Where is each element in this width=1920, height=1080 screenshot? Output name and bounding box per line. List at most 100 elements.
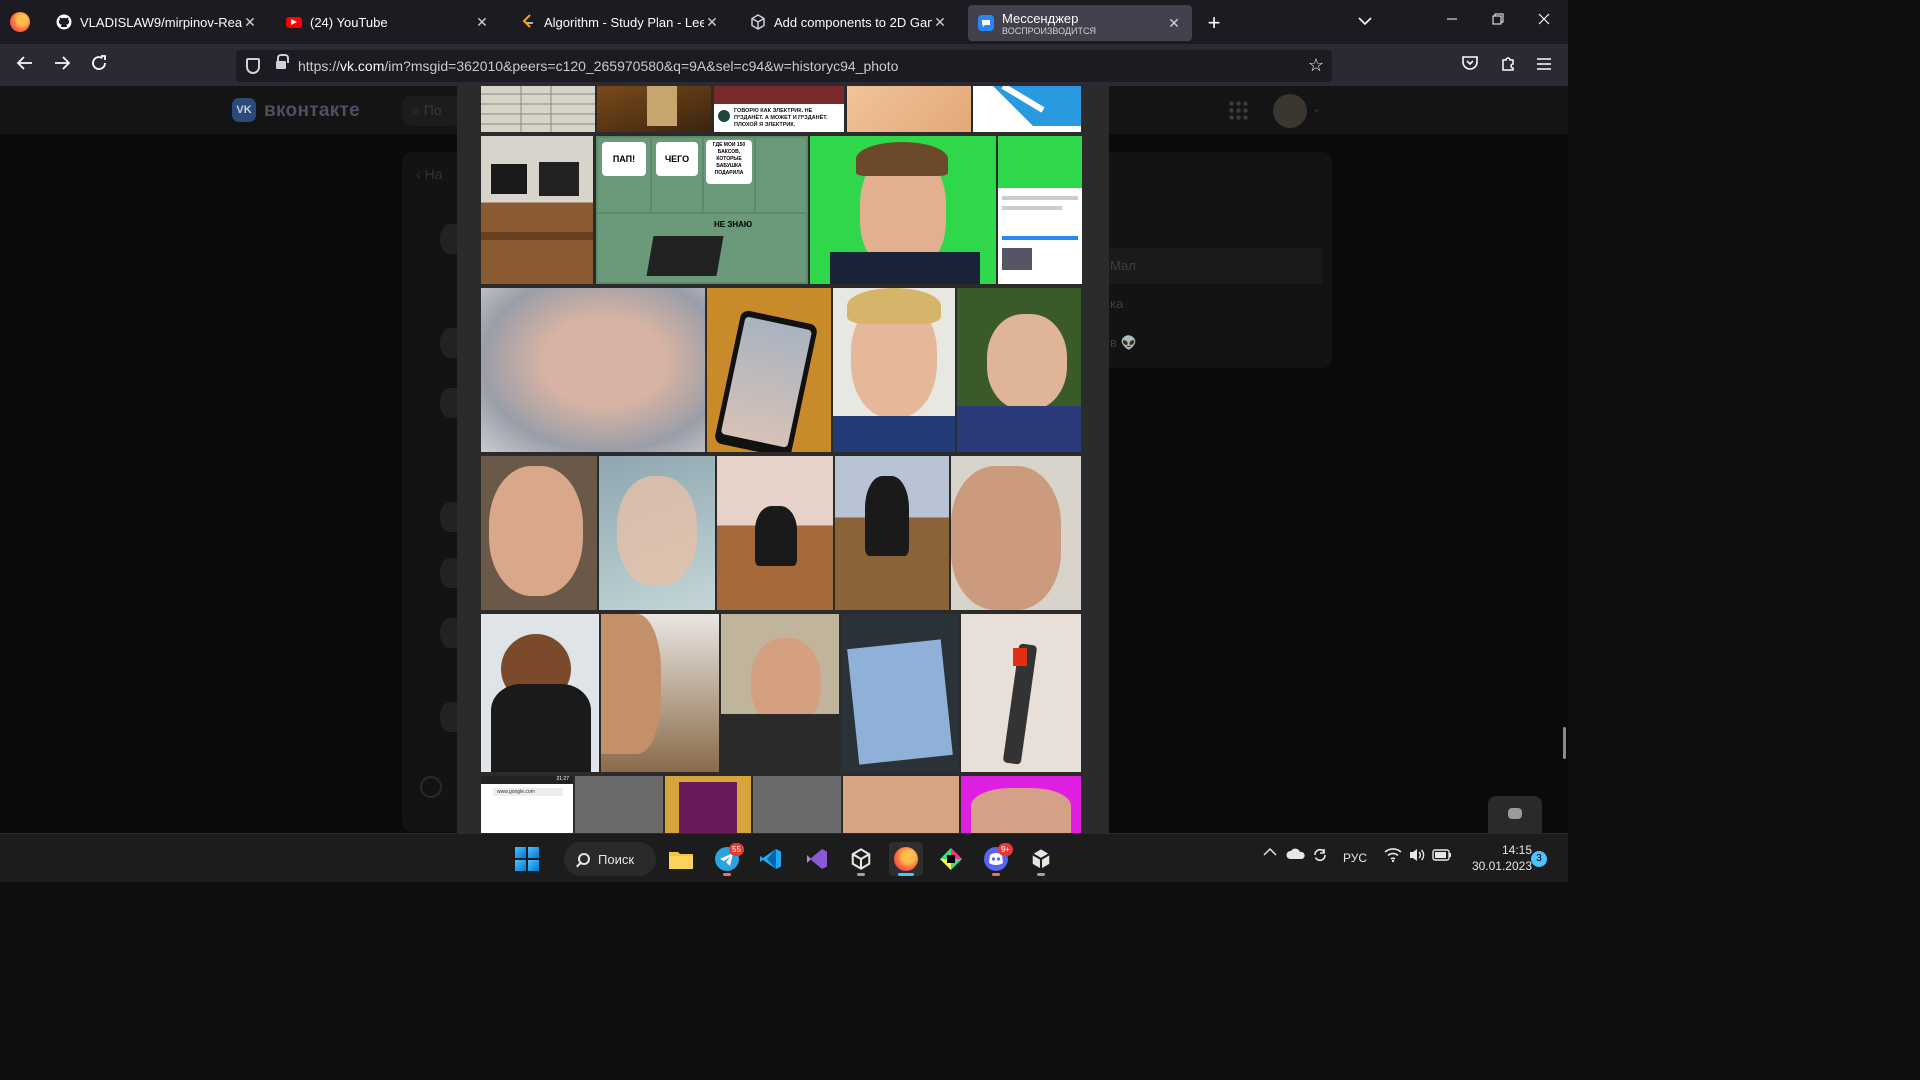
tab-messenger[interactable]: Мессенджер ВОСПРОИЗВОДИТСЯ ✕	[968, 5, 1192, 41]
wifi-icon[interactable]	[1384, 847, 1402, 866]
photo-detail	[489, 466, 583, 596]
chevron-down-icon[interactable]: ⌄	[1312, 102, 1321, 115]
telegram-icon[interactable]: 55	[710, 842, 744, 876]
firefox-icon[interactable]	[889, 842, 923, 876]
lock-icon[interactable]	[276, 54, 289, 71]
close-tab-icon[interactable]: ✕	[704, 14, 720, 31]
vk-back-link[interactable]: ‹ На	[416, 166, 442, 182]
close-tab-icon[interactable]: ✕	[1166, 15, 1182, 32]
photo-thumbnail[interactable]	[707, 288, 831, 452]
vk-chat-list-item[interactable]: Мал	[1110, 258, 1136, 273]
bookmark-star-icon[interactable]: ☆	[1308, 55, 1324, 76]
unity-hub-icon[interactable]	[844, 842, 878, 876]
back-arrow-icon[interactable]	[13, 54, 37, 78]
vk-chat-list-item[interactable]: в 👽	[1110, 335, 1137, 351]
address-bar[interactable]: https://vk.com/im?msgid=362010&peers=c12…	[236, 50, 1332, 82]
running-indicator	[1037, 873, 1045, 876]
taskbar-search[interactable]: Поиск	[564, 842, 656, 876]
list-all-tabs-icon[interactable]	[1358, 12, 1372, 28]
forward-arrow-icon[interactable]	[50, 54, 74, 78]
photo-thumbnail[interactable]	[717, 456, 833, 610]
photo-thumbnail[interactable]	[481, 86, 595, 132]
jetbrains-toolbox-icon[interactable]	[934, 842, 968, 876]
photo-thumbnail[interactable]	[841, 614, 959, 772]
close-tab-icon[interactable]: ✕	[242, 14, 258, 31]
tab-leetcode[interactable]: Algorithm - Study Plan - LeetCode ✕	[510, 4, 730, 40]
photo-thumbnail[interactable]: 21:27 www.google.com	[481, 776, 573, 833]
app-menu-icon[interactable]	[1532, 54, 1556, 78]
input-language[interactable]: РУС	[1343, 851, 1367, 865]
photo-thumbnail[interactable]	[810, 136, 996, 284]
photo-thumbnail[interactable]	[481, 288, 705, 452]
photo-thumbnail[interactable]	[601, 614, 719, 772]
firefox-menu-icon[interactable]	[10, 12, 30, 32]
discord-icon[interactable]: 9+	[979, 842, 1013, 876]
photo-thumbnail[interactable]	[753, 776, 841, 833]
youtube-icon	[286, 16, 302, 28]
photo-thumbnail[interactable]	[575, 776, 663, 833]
photo-thumbnail[interactable]	[835, 456, 949, 610]
volume-icon[interactable]	[1408, 847, 1426, 866]
photo-thumbnail[interactable]	[998, 136, 1082, 284]
vk-brand-name[interactable]: вконтакте	[264, 100, 360, 122]
close-tab-icon[interactable]: ✕	[474, 14, 490, 31]
avatar[interactable]	[1273, 94, 1307, 128]
tracking-protection-icon[interactable]	[246, 58, 260, 74]
photo-thumbnail[interactable]	[481, 614, 599, 772]
unity-editor-icon[interactable]	[1024, 842, 1058, 876]
photo-detail	[491, 164, 527, 194]
start-button[interactable]	[510, 842, 544, 876]
laptop-drawing	[646, 236, 724, 276]
photo-thumbnail[interactable]	[961, 614, 1081, 772]
extensions-icon[interactable]	[1496, 54, 1520, 78]
photo-thumbnail[interactable]	[665, 776, 751, 833]
vk-chat-list-item[interactable]: ка	[1110, 296, 1123, 311]
photo-thumbnail[interactable]	[481, 136, 593, 284]
photo-thumbnail[interactable]	[961, 776, 1081, 833]
page-scrollbar[interactable]	[1563, 727, 1566, 759]
vk-search-input[interactable]: ⌕ По	[402, 96, 462, 126]
vscode-icon[interactable]	[754, 842, 788, 876]
new-tab-button[interactable]: +	[1204, 10, 1224, 36]
tab-unity[interactable]: Add components to 2D GameObject ✕	[740, 4, 958, 40]
notification-count-badge[interactable]: 3	[1531, 851, 1547, 867]
tab-youtube[interactable]: (24) YouTube ✕	[276, 4, 500, 40]
photo-thumbnail[interactable]	[847, 86, 971, 132]
vk-logo-icon[interactable]: VK	[232, 98, 256, 122]
phone-url: www.google.com	[493, 788, 563, 796]
onedrive-icon[interactable]	[1286, 848, 1306, 863]
tab-title-block: Мессенджер ВОСПРОИЗВОДИТСЯ	[1002, 11, 1166, 36]
photo-detail	[987, 314, 1067, 410]
url-text[interactable]: https://vk.com/im?msgid=362010&peers=c12…	[298, 58, 898, 74]
photo-thumbnail[interactable]	[721, 614, 839, 772]
reload-icon[interactable]	[87, 54, 111, 78]
restore-icon[interactable]	[1488, 12, 1508, 28]
battery-icon[interactable]	[1432, 848, 1452, 865]
close-tab-icon[interactable]: ✕	[932, 14, 948, 31]
photo-thumbnail[interactable]	[957, 288, 1081, 452]
photo-detail	[539, 162, 579, 196]
visual-studio-icon[interactable]	[800, 842, 834, 876]
attach-icon[interactable]	[420, 776, 442, 798]
taskbar-clock[interactable]: 14:15 30.01.2023	[1458, 842, 1532, 874]
photo-thumbnail[interactable]	[973, 86, 1081, 132]
photo-thumbnail[interactable]	[833, 288, 955, 452]
photo-thumbnail[interactable]	[599, 456, 715, 610]
photo-thumbnail[interactable]	[951, 456, 1081, 610]
photo-detail	[971, 788, 1071, 833]
active-indicator	[898, 873, 914, 876]
photo-thumbnail[interactable]	[481, 456, 597, 610]
photo-thumbnail[interactable]	[597, 86, 711, 132]
close-window-icon[interactable]	[1534, 12, 1554, 28]
vk-apps-grid-icon[interactable]	[1228, 100, 1248, 120]
pocket-icon[interactable]	[1458, 54, 1482, 78]
photo-thumbnail[interactable]	[843, 776, 959, 833]
tab-github[interactable]: VLADISLAW9/mirpinov-ReactApp ✕	[46, 4, 268, 40]
comic-thumbnail[interactable]: ПАП! ЧЕГО ГДЕ МОИ 150 БАКСОВ, КОТОРЫЕ БА…	[596, 136, 808, 284]
meme-thumbnail[interactable]: ГОВОРЮ КАК ЭЛЕКТРИК. НЕ П*ЗДАНЁТ. А МОЖЕ…	[714, 86, 844, 132]
chat-button[interactable]	[1488, 796, 1542, 834]
tray-overflow-chevron-icon[interactable]	[1263, 846, 1277, 860]
minimize-icon[interactable]	[1442, 12, 1462, 28]
sync-icon[interactable]	[1311, 846, 1329, 867]
file-explorer-icon[interactable]	[664, 842, 698, 876]
